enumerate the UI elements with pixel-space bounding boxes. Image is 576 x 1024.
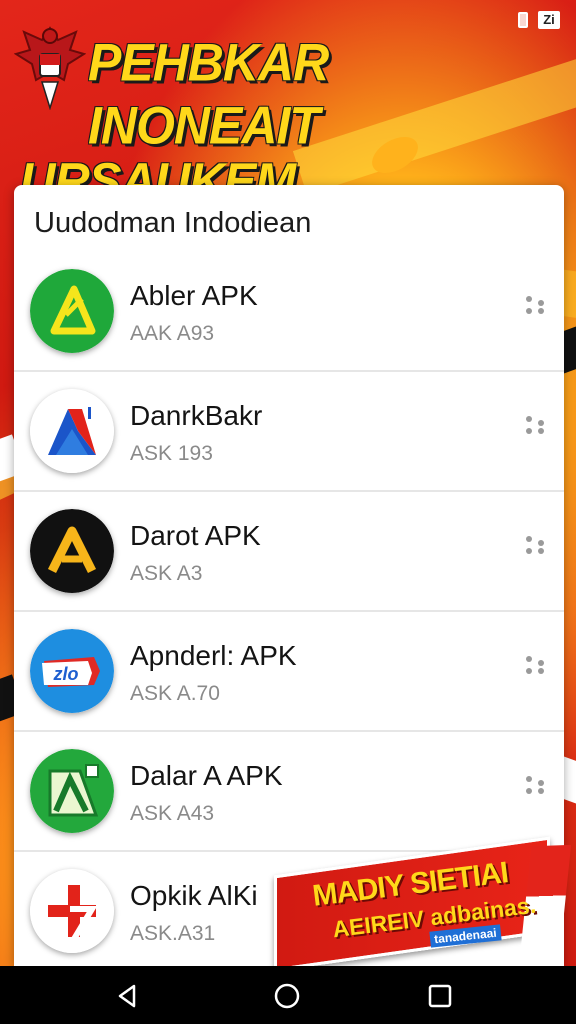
more-options-icon[interactable] xyxy=(526,416,546,438)
app-name: Opkik AlKi xyxy=(130,880,258,911)
headline-line-1: PEHBKAR INONEAIT xyxy=(88,33,329,155)
blue-red-k-icon xyxy=(30,389,114,473)
app-name: Dalar A APK xyxy=(130,760,283,791)
app-subtitle: ASK A.70 xyxy=(130,682,220,705)
more-options-icon[interactable] xyxy=(526,296,546,318)
app-subtitle: AAK A93 xyxy=(130,322,215,345)
home-icon[interactable] xyxy=(273,982,301,1010)
list-item[interactable]: Abler APK AAK A93 xyxy=(14,252,564,372)
promo-sticker[interactable]: MADIY SIETIAI AEIREIV adbainas. tanadena… xyxy=(274,836,572,972)
app-name: Apnderl: APK xyxy=(130,640,297,671)
more-options-icon[interactable] xyxy=(526,536,546,558)
list-item[interactable]: DanrkBakr ASK 193 xyxy=(14,372,564,492)
app-subtitle: ASK 193 xyxy=(130,442,213,465)
navigation-bar xyxy=(0,966,576,1024)
green-triangle-icon xyxy=(30,269,114,353)
app-subtitle: ASK.A31 xyxy=(130,922,216,945)
green-a-icon xyxy=(30,749,114,833)
list-title: Uudodman Indodiean xyxy=(34,207,312,239)
more-options-icon[interactable] xyxy=(526,776,546,798)
svg-text:zlo: zlo xyxy=(53,664,79,684)
app-name: DanrkBakr xyxy=(130,400,263,431)
red-seven-icon xyxy=(30,869,114,953)
list-item[interactable]: Dalar A APK ASK A43 xyxy=(14,732,564,852)
list-item[interactable]: zlo Apnderl: APK ASK A.70 xyxy=(14,612,564,732)
back-icon[interactable] xyxy=(114,982,142,1010)
signal-icon: Zi xyxy=(538,11,560,29)
app-subtitle: ASK A43 xyxy=(130,802,215,825)
battery-icon xyxy=(518,12,528,28)
app-name: Abler APK xyxy=(130,280,258,311)
app-subtitle: ASK A3 xyxy=(130,562,203,585)
blue-ticket-icon: zlo xyxy=(30,629,114,713)
black-yellow-a-icon xyxy=(30,509,114,593)
list-item[interactable]: Darot APK ASK A3 xyxy=(14,492,564,612)
recents-icon[interactable] xyxy=(426,982,454,1010)
more-options-icon[interactable] xyxy=(526,656,546,678)
app-name: Darot APK xyxy=(130,520,261,551)
